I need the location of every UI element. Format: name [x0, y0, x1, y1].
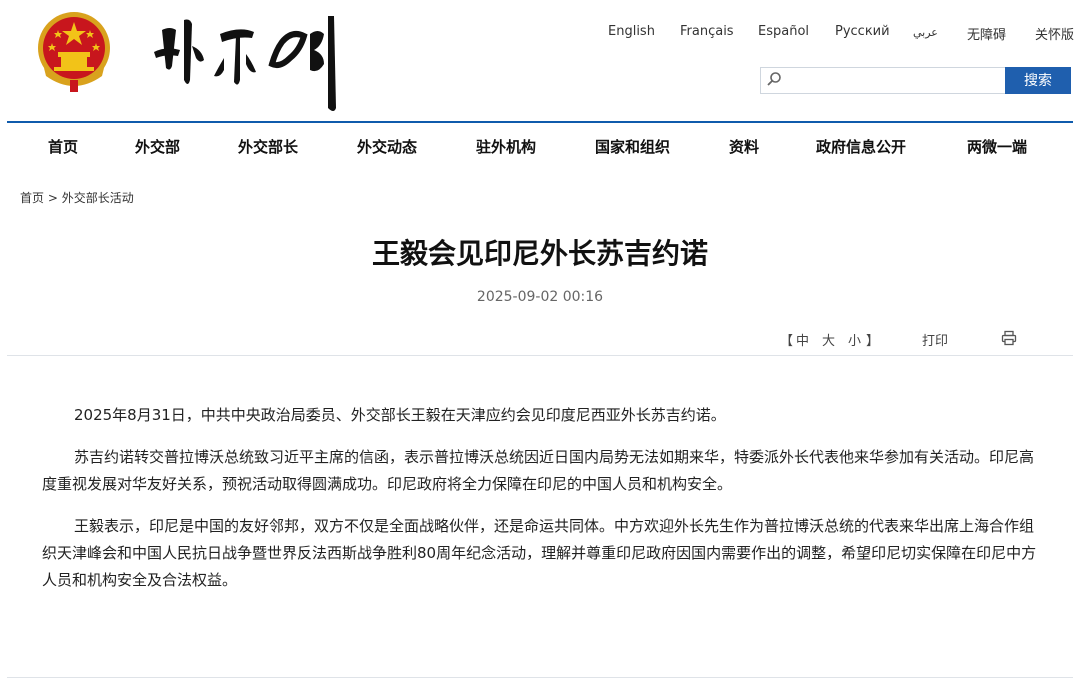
search-input[interactable] [760, 67, 1006, 94]
article-title: 王毅会见印尼外长苏吉约诺 [371, 237, 708, 270]
lang-english-link[interactable]: English [608, 24, 655, 39]
article-tools: 【 中 大 小 】 打印 [780, 330, 1080, 350]
font-size-bracket-open: 【 [780, 334, 794, 349]
nav-item-resources[interactable]: 资料 [729, 136, 759, 157]
title-divider [7, 355, 1073, 356]
font-size-large-button[interactable]: 大 [822, 330, 835, 349]
lang-french-link[interactable]: Français [680, 24, 734, 39]
article-paragraph: 2025年8月31日，中共中央政治局委员、外交部长王毅在天津应约会见印度尼西亚外… [74, 406, 726, 424]
font-size-medium-button[interactable]: 中 [796, 330, 809, 349]
font-size-small-button[interactable]: 小 [848, 330, 861, 349]
breadcrumb-separator: > [47, 191, 58, 205]
language-bar: English Français Español Русский عربي 无障… [580, 24, 1080, 44]
printer-icon[interactable] [1001, 330, 1017, 346]
article-paragraph: 苏吉约诺转交普拉博沃总统致习近平主席的信函，表示普拉博沃总统因近日国内局势无法如… [42, 448, 1035, 493]
nav-item-government-info[interactable]: 政府信息公开 [816, 136, 906, 157]
nav-item-ministry[interactable]: 外交部 [135, 136, 180, 157]
breadcrumb: 首页 > 外交部长活动 [20, 189, 134, 206]
nav-item-diplomatic-news[interactable]: 外交动态 [357, 136, 417, 157]
nav-item-missions-abroad[interactable]: 驻外机构 [476, 136, 536, 157]
breadcrumb-section-link[interactable]: 外交部长活动 [62, 191, 134, 205]
main-nav: 首页 外交部 外交部长 外交动态 驻外机构 国家和组织 资料 政府信息公开 两微… [0, 123, 1080, 167]
lang-spanish-link[interactable]: Español [758, 24, 809, 39]
nav-item-countries-organizations[interactable]: 国家和组织 [595, 136, 670, 157]
search-button[interactable]: 搜索 [1005, 67, 1071, 94]
lang-russian-link[interactable]: Русский [835, 24, 890, 39]
site-header: English Français Español Русский عربي 无障… [0, 0, 1080, 120]
accessibility-link[interactable]: 无障碍 [967, 24, 1006, 43]
nav-item-social-media[interactable]: 两微一端 [967, 136, 1027, 157]
national-emblem-icon[interactable] [36, 8, 112, 94]
footer-divider [7, 677, 1073, 678]
nav-item-minister[interactable]: 外交部长 [238, 136, 298, 157]
breadcrumb-home-link[interactable]: 首页 [20, 191, 44, 205]
article-paragraph: 王毅表示，印尼是中国的友好邻邦，双方不仅是全面战略伙伴，还是命运共同体。中方欢迎… [42, 517, 1037, 589]
lang-arabic-link[interactable]: عربي [913, 26, 938, 39]
nav-item-home[interactable]: 首页 [48, 136, 78, 157]
article-body: 2025年8月31日，中共中央政治局委员、外交部长王毅在天津应约会见印度尼西亚外… [42, 402, 1042, 609]
ministry-calligraphy-logo[interactable] [150, 12, 355, 112]
font-size-bracket-close: 】 [866, 334, 880, 349]
article-date: 2025-09-02 00:16 [476, 289, 604, 305]
print-link[interactable]: 打印 [922, 330, 948, 349]
elderly-care-link[interactable]: 关怀版 [1035, 24, 1074, 43]
search-icon [767, 72, 781, 86]
